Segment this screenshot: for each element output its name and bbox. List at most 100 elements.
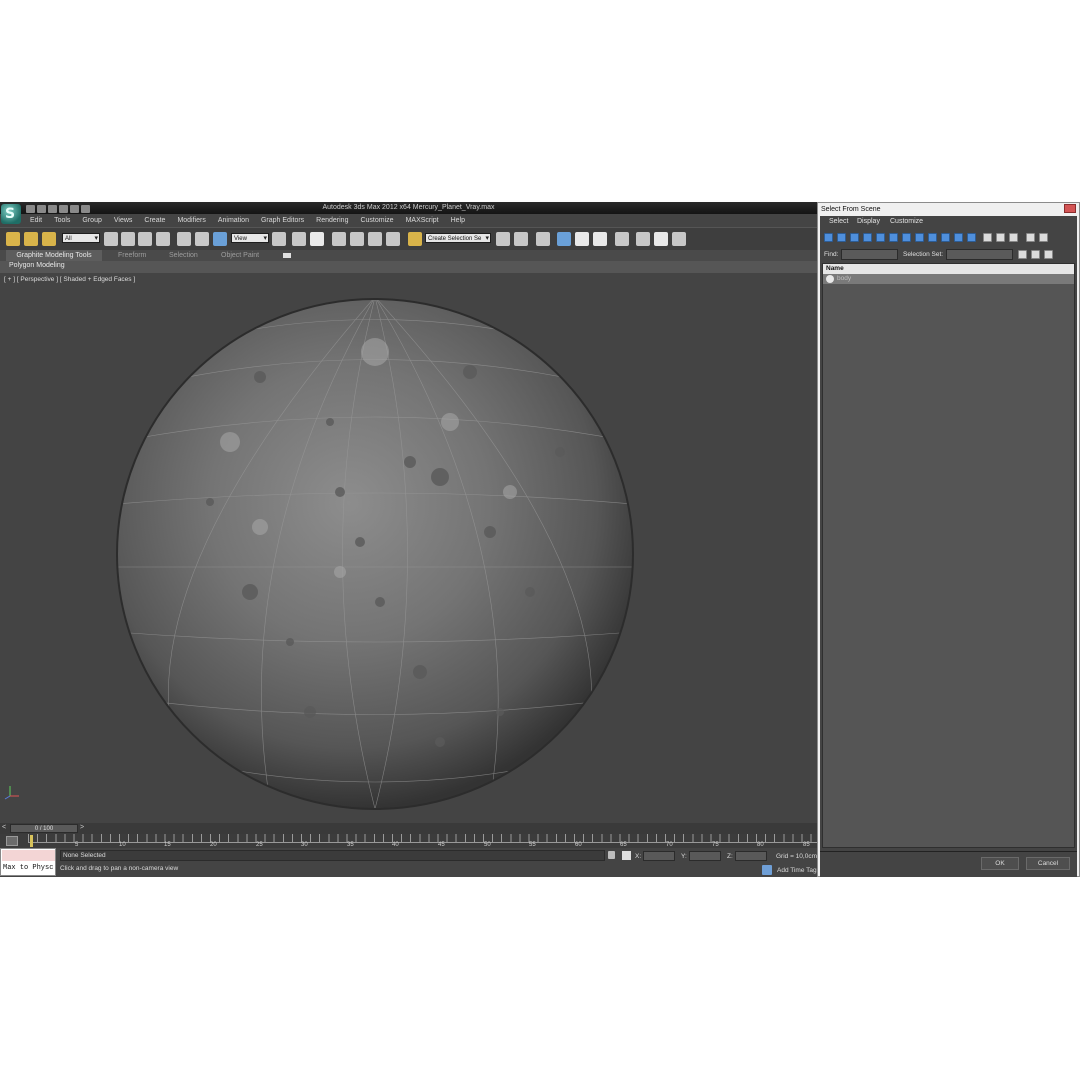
time-next-arrow[interactable]: > [80,824,84,831]
menu-graph-editors[interactable]: Graph Editors [255,215,310,226]
menu-create[interactable]: Create [138,215,171,226]
named-selection-set-dropdown[interactable]: Create Selection Se [425,233,491,244]
maxscript-listener-mini[interactable]: Max to Physc [0,848,56,876]
menu-views[interactable]: Views [108,215,139,226]
menu-modifiers[interactable]: Modifiers [171,215,211,226]
save-file-icon[interactable] [48,204,57,213]
tab-object-paint[interactable]: Object Paint [221,250,259,261]
menu-maxscript[interactable]: MAXScript [400,215,445,226]
open-file-icon[interactable] [37,204,46,213]
redo-icon[interactable] [70,204,79,213]
selection-region-icon[interactable] [138,232,152,246]
maxscript-input-text[interactable]: Max to Physc [3,864,53,872]
polygon-modeling-panel[interactable]: Polygon Modeling [9,262,65,269]
window-crossing-icon[interactable] [156,232,170,246]
tab-freeform[interactable]: Freeform [118,250,146,261]
project-folder-icon[interactable] [81,204,90,213]
menu-rendering[interactable]: Rendering [310,215,354,226]
edit-named-selection-icon[interactable] [408,232,422,246]
material-editor-icon[interactable] [615,232,629,246]
mini-curve-editor-icon[interactable] [6,836,18,846]
display-xrefs-icon[interactable] [915,233,924,242]
create-selection-set-icon[interactable] [1018,250,1027,259]
angle-snap-icon[interactable] [350,232,364,246]
render-setup-icon[interactable] [636,232,650,246]
select-manipulate-icon[interactable] [292,232,306,246]
display-lights-icon[interactable] [850,233,859,242]
list-item[interactable]: body [823,274,1074,284]
display-geometry-icon[interactable] [824,233,833,242]
menu-edit[interactable]: Edit [24,215,48,226]
time-slider-handle[interactable]: 0 / 100 [10,824,78,833]
dialog-menu-select[interactable]: Select [829,218,848,225]
tab-graphite-modeling-tools[interactable]: Graphite Modeling Tools [6,250,102,261]
display-groups-icon[interactable] [902,233,911,242]
spinner-snap-icon[interactable] [386,232,400,246]
display-hidden-icon[interactable] [967,233,976,242]
mirror-icon[interactable] [496,232,510,246]
column-header-name[interactable]: Name [823,264,1074,274]
scene-object-list[interactable]: Name body [822,263,1075,848]
rotate-icon[interactable] [195,232,209,246]
unlink-icon[interactable] [24,232,38,246]
add-time-tag-button[interactable]: Add Time Tag [777,867,817,874]
bind-space-warp-icon[interactable] [42,232,56,246]
display-space-warps-icon[interactable] [889,233,898,242]
align-icon[interactable] [514,232,528,246]
selection-set-dropdown[interactable] [946,249,1013,260]
display-cameras-icon[interactable] [863,233,872,242]
graphite-toggle-icon[interactable] [557,232,571,246]
snap-toggle-icon[interactable] [332,232,346,246]
time-tag-key-icon[interactable] [762,865,772,875]
keyboard-shortcut-icon[interactable] [310,232,324,246]
menu-animation[interactable]: Animation [212,215,255,226]
track-bar[interactable]: 5 10 15 20 25 30 35 40 45 50 55 60 65 70… [0,834,817,848]
ok-button[interactable]: OK [981,857,1019,870]
move-icon[interactable] [177,232,191,246]
menu-customize[interactable]: Customize [354,215,399,226]
display-containers-icon[interactable] [941,233,950,242]
z-coordinate-field[interactable] [735,851,767,861]
display-helpers-icon[interactable] [876,233,885,242]
tab-selection[interactable]: Selection [169,250,198,261]
display-shapes-icon[interactable] [837,233,846,242]
menu-help[interactable]: Help [445,215,471,226]
time-slider[interactable]: < 0 / 100 > [0,823,817,834]
selection-lock-icon[interactable] [608,851,615,859]
dialog-menu-customize[interactable]: Customize [890,218,923,225]
render-production-icon[interactable] [672,232,686,246]
selection-filter-dropdown[interactable]: All [62,233,100,244]
undo-icon[interactable] [59,204,68,213]
new-file-icon[interactable] [26,204,35,213]
display-bones-icon[interactable] [928,233,937,242]
link-icon[interactable] [6,232,20,246]
y-coordinate-field[interactable] [689,851,721,861]
x-coordinate-field[interactable] [643,851,675,861]
reference-coordinate-dropdown[interactable]: View [231,233,269,244]
select-by-name-icon[interactable] [121,232,135,246]
pivot-center-icon[interactable] [272,232,286,246]
app-logo-button[interactable]: S [1,204,21,224]
perspective-viewport[interactable]: [ + ] [ Perspective ] [ Shaded + Edged F… [0,274,817,822]
select-object-icon[interactable] [104,232,118,246]
viewport-label[interactable]: [ + ] [ Perspective ] [ Shaded + Edged F… [4,276,135,283]
curve-editor-icon[interactable] [575,232,589,246]
select-all-icon[interactable] [983,233,992,242]
absolute-mode-icon[interactable] [622,851,631,860]
menu-group[interactable]: Group [76,215,107,226]
schematic-view-icon[interactable] [593,232,607,246]
sort-icon[interactable] [1039,233,1048,242]
time-prev-arrow[interactable]: < [2,824,6,831]
dialog-menu-display[interactable]: Display [857,218,880,225]
cancel-button[interactable]: Cancel [1026,857,1070,870]
planet-sphere[interactable] [110,292,640,812]
find-input[interactable] [841,249,898,260]
select-none-icon[interactable] [996,233,1005,242]
remove-selection-set-icon[interactable] [1031,250,1040,259]
close-icon[interactable] [1064,204,1076,213]
add-to-selection-set-icon[interactable] [1044,250,1053,259]
ribbon-options-icon[interactable] [283,253,291,258]
select-invert-icon[interactable] [1009,233,1018,242]
percent-snap-icon[interactable] [368,232,382,246]
display-frozen-icon[interactable] [954,233,963,242]
